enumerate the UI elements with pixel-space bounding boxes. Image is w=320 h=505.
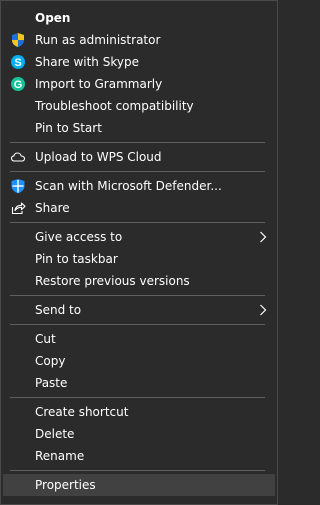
menu-item-delete[interactable]: Delete [1,423,277,445]
menu-item-label: Share with Skype [35,55,139,69]
menu-item-scan-with-defender[interactable]: Scan with Microsoft Defender... [1,175,277,197]
menu-item-label: Import to Grammarly [35,77,163,91]
menu-item-import-to-grammarly[interactable]: G Import to Grammarly [1,73,277,95]
menu-item-share-with-skype[interactable]: S Share with Skype [1,51,277,73]
menu-item-properties[interactable]: Properties [3,474,275,496]
menu-item-run-as-administrator[interactable]: Run as administrator [1,29,277,51]
menu-separator [10,295,265,296]
menu-item-label: Pin to Start [35,121,102,135]
chevron-right-icon [259,231,267,243]
menu-item-paste[interactable]: Paste [1,372,277,394]
menu-item-label: Restore previous versions [35,274,190,288]
menu-item-label: Create shortcut [35,405,129,419]
menu-item-label: Upload to WPS Cloud [35,150,162,164]
skype-icon: S [10,54,26,70]
menu-item-label: Give access to [35,230,123,244]
menu-item-rename[interactable]: Rename [1,445,277,467]
menu-item-label: Delete [35,427,75,441]
menu-item-label: Open [35,11,71,25]
menu-item-open[interactable]: Open [1,7,277,29]
menu-item-label: Properties [35,478,96,492]
uac-shield-icon [10,32,26,48]
menu-item-send-to[interactable]: Send to [1,299,277,321]
menu-separator [10,171,265,172]
menu-item-label: Troubleshoot compatibility [35,99,194,113]
menu-item-cut[interactable]: Cut [1,328,277,350]
menu-item-give-access-to[interactable]: Give access to [1,226,277,248]
menu-item-label: Scan with Microsoft Defender... [35,179,222,193]
share-icon [10,200,26,216]
cloud-icon [10,149,26,165]
svg-text:S: S [14,57,21,69]
menu-item-label: Run as administrator [35,33,161,47]
menu-item-upload-to-wps-cloud[interactable]: Upload to WPS Cloud [1,146,277,168]
menu-separator [10,470,265,471]
menu-item-label: Send to [35,303,82,317]
menu-item-label: Rename [35,449,85,463]
chevron-right-icon [259,304,267,316]
grammarly-icon: G [10,76,26,92]
menu-item-label: Paste [35,376,68,390]
context-menu: Open Run as administrator S Share with S… [0,0,278,505]
svg-text:G: G [14,79,23,91]
menu-separator [10,142,265,143]
menu-item-pin-to-taskbar[interactable]: Pin to taskbar [1,248,277,270]
menu-item-label: Pin to taskbar [35,252,118,266]
menu-separator [10,397,265,398]
menu-item-label: Cut [35,332,56,346]
menu-item-label: Share [35,201,70,215]
menu-item-create-shortcut[interactable]: Create shortcut [1,401,277,423]
menu-item-pin-to-start[interactable]: Pin to Start [1,117,277,139]
menu-item-restore-previous-versions[interactable]: Restore previous versions [1,270,277,292]
defender-shield-icon [10,178,26,194]
menu-separator [10,222,265,223]
menu-item-label: Copy [35,354,66,368]
menu-separator [10,324,265,325]
menu-item-share[interactable]: Share [1,197,277,219]
menu-item-troubleshoot-compatibility[interactable]: Troubleshoot compatibility [1,95,277,117]
menu-item-copy[interactable]: Copy [1,350,277,372]
